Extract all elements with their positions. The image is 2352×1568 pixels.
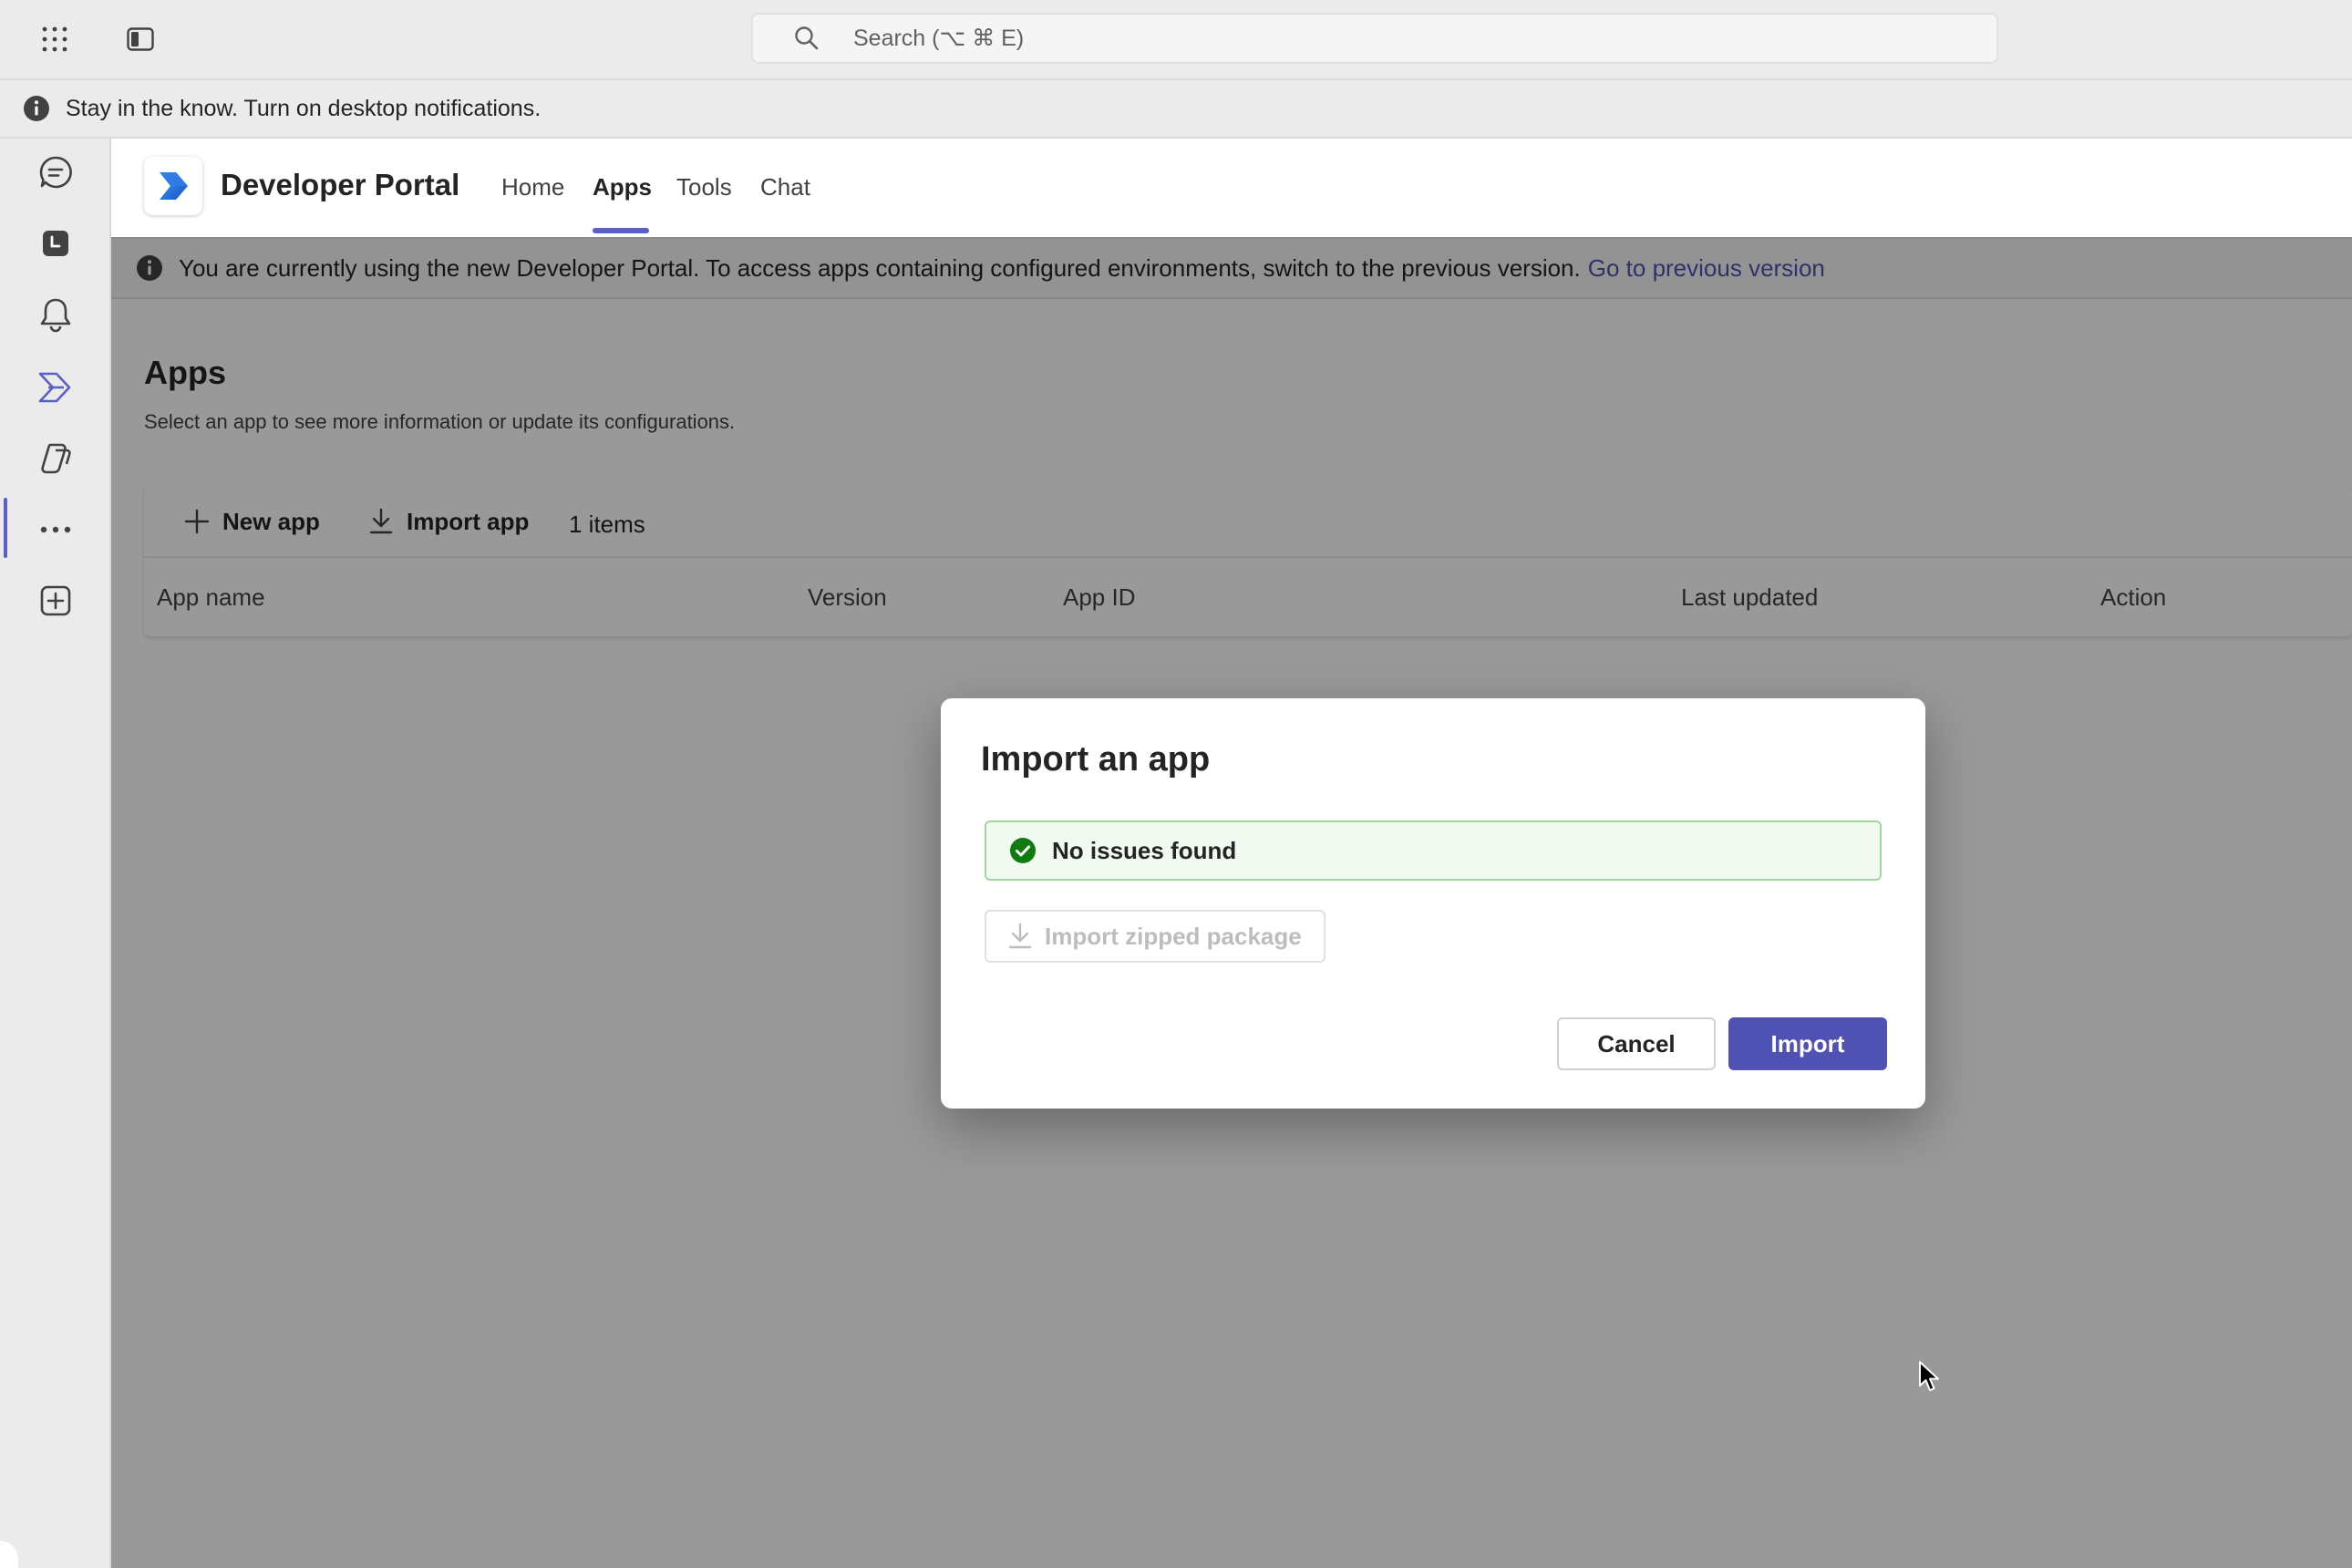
download-icon — [1008, 923, 1032, 949]
chat-icon[interactable] — [27, 144, 84, 201]
copilot-icon[interactable] — [27, 430, 84, 487]
info-icon — [24, 96, 49, 121]
tab-home[interactable]: Home — [501, 173, 564, 201]
tab-tools[interactable]: Tools — [676, 173, 732, 201]
notification-text[interactable]: Stay in the know. Turn on desktop notifi… — [66, 96, 541, 122]
rail-corner — [0, 1541, 18, 1568]
search-icon — [795, 26, 819, 50]
more-icon[interactable] — [27, 501, 84, 558]
add-app-icon[interactable] — [27, 573, 84, 629]
validation-status-text: No issues found — [1052, 836, 1237, 864]
search-placeholder: Search (⌥ ⌘ E) — [853, 26, 1025, 51]
app-rail — [0, 139, 111, 1568]
tab-chat[interactable]: Chat — [760, 173, 810, 201]
rail-active-indicator — [4, 498, 7, 558]
search-input[interactable]: Search (⌥ ⌘ E) — [751, 13, 1998, 64]
notification-bar: Stay in the know. Turn on desktop notifi… — [0, 80, 2352, 139]
developer-portal-logo — [144, 157, 202, 215]
tab-apps[interactable]: Apps — [593, 173, 652, 201]
checkmark-circle-icon — [1010, 838, 1036, 863]
active-tab-indicator — [593, 228, 649, 233]
app-title: Developer Portal — [221, 168, 460, 201]
calendar-icon[interactable] — [27, 215, 84, 272]
mouse-cursor-icon — [1919, 1361, 1939, 1391]
apps-grid-icon[interactable] — [36, 21, 73, 57]
import-app-dialog: Import an app No issues found Import zip… — [941, 698, 1925, 1109]
import-button[interactable]: Import — [1728, 1017, 1887, 1070]
dialog-title: Import an app — [981, 740, 1211, 779]
app-header: Developer Portal Home Apps Tools Chat — [111, 139, 2352, 239]
cancel-button[interactable]: Cancel — [1557, 1017, 1716, 1070]
title-bar: Search (⌥ ⌘ E) — [0, 0, 2352, 80]
developer-portal-icon[interactable] — [27, 359, 84, 416]
import-zipped-package-button[interactable]: Import zipped package — [985, 910, 1326, 963]
import-zipped-package-label: Import zipped package — [1045, 922, 1302, 950]
validation-status: No issues found — [985, 820, 1882, 881]
sidebar-toggle-icon[interactable] — [122, 21, 159, 57]
activity-bell-icon[interactable] — [27, 286, 84, 343]
